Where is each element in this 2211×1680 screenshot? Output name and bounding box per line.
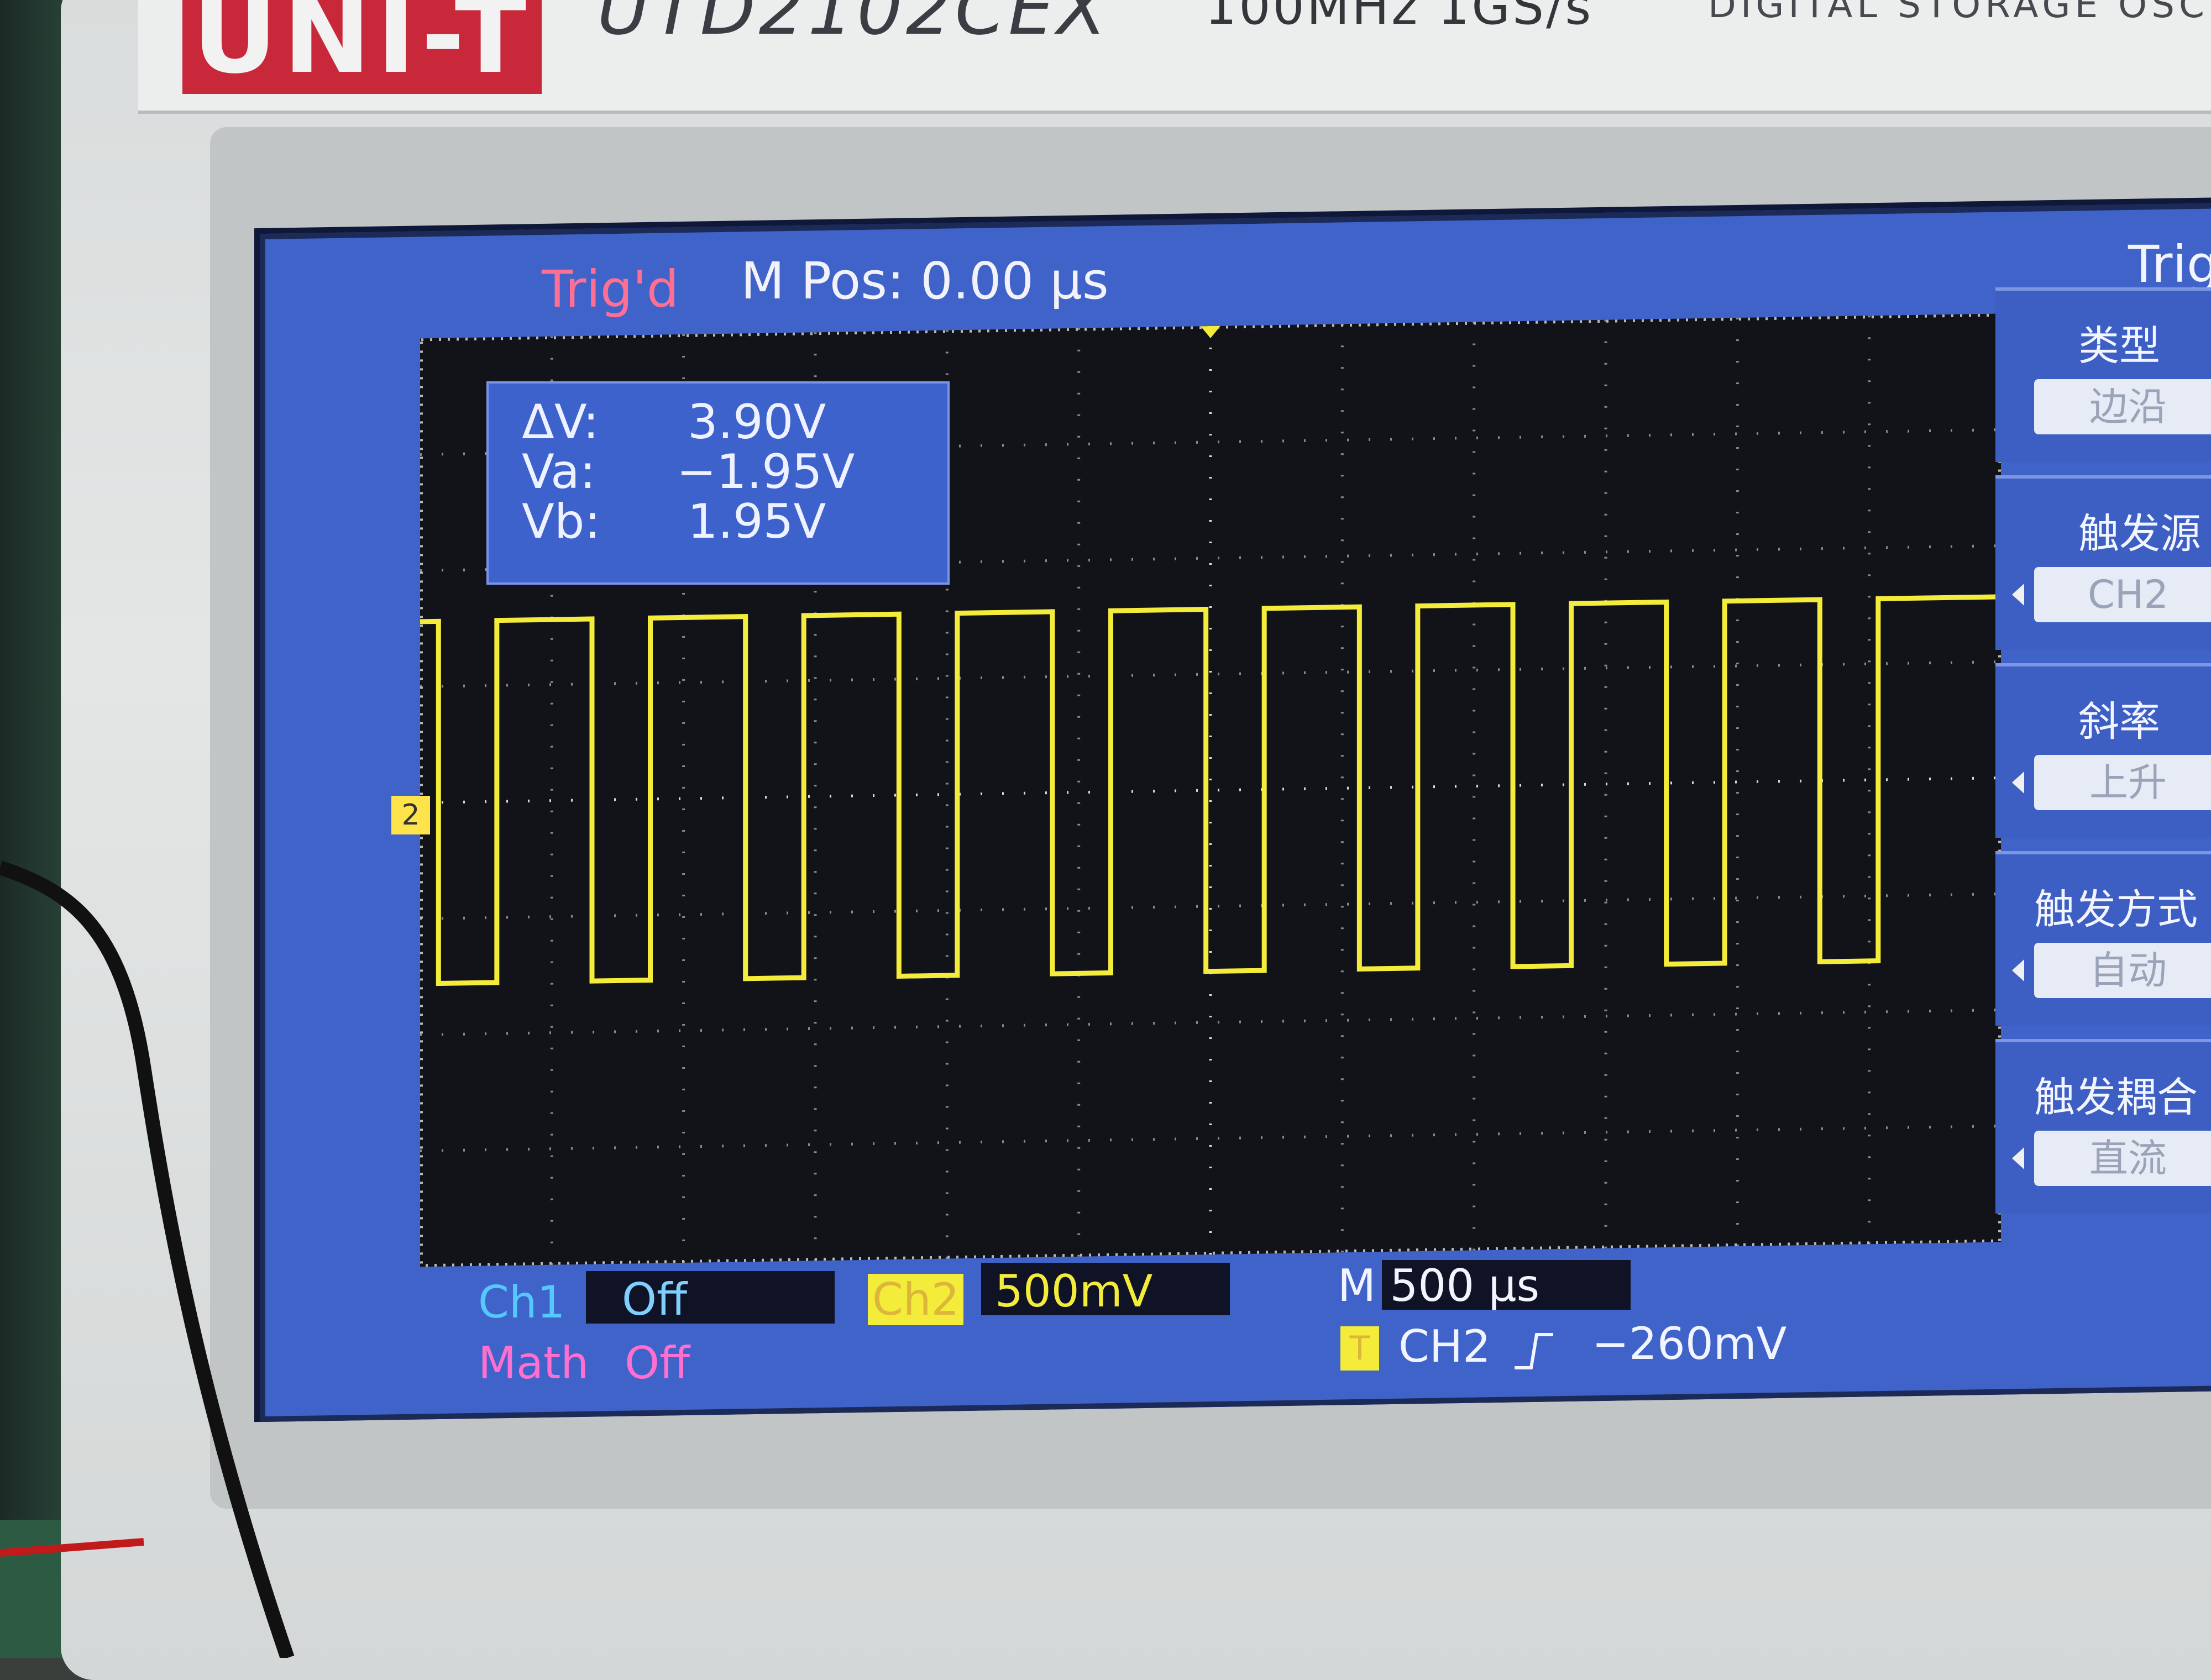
ch2-trace bbox=[420, 594, 2001, 986]
menu-item-title: 触发方式 bbox=[2034, 886, 2198, 933]
va-value: −1.95V bbox=[677, 444, 855, 500]
vb-label: Vb: bbox=[522, 494, 601, 549]
grid-line-horizontal bbox=[420, 893, 2001, 920]
arrow-left-icon bbox=[2012, 771, 2024, 794]
menu-header: Trig bbox=[2128, 235, 2211, 294]
trigger-menu: Trig 类型 边沿 触发源 CH2 斜率 上升 触发方式 自动 触发耦合 直流 bbox=[1995, 232, 2211, 1243]
menu-item-value: 上升 bbox=[2034, 755, 2211, 810]
menu-item-slope[interactable]: 斜率 上升 bbox=[1995, 663, 2211, 838]
main-position: M Pos: 0.00 µs bbox=[741, 251, 1109, 311]
arrow-left-icon bbox=[2012, 1147, 2024, 1169]
vb-value: 1.95V bbox=[688, 494, 826, 549]
cursor-readout: ΔV: 3.90V Va: −1.95V Vb: 1.95V bbox=[486, 381, 950, 585]
math-label: Math bbox=[478, 1337, 589, 1389]
menu-item-title: 触发源 bbox=[2078, 510, 2201, 558]
menu-item-source[interactable]: 触发源 CH2 bbox=[1995, 475, 2211, 650]
menu-item-value: 边沿 bbox=[2034, 379, 2211, 434]
menu-item-type[interactable]: 类型 边沿 bbox=[1995, 287, 2211, 462]
trigger-status: Trig'd bbox=[542, 260, 679, 319]
spec-label: 100MHz 1GS/s bbox=[1205, 0, 1594, 36]
menu-item-coupling[interactable]: 触发耦合 直流 bbox=[1995, 1039, 2211, 1214]
grid-line-horizontal bbox=[420, 776, 2001, 804]
ch2-level-marker[interactable]: 2 bbox=[391, 796, 430, 834]
grid-line-horizontal bbox=[420, 1125, 2001, 1152]
va-label: Va: bbox=[522, 444, 596, 500]
probe-cable bbox=[0, 860, 295, 1658]
menu-item-mode[interactable]: 触发方式 自动 bbox=[1995, 851, 2211, 1026]
arrow-left-icon bbox=[2012, 584, 2024, 606]
ch2-label: Ch2 bbox=[868, 1274, 964, 1325]
trigger-source: CH2 bbox=[1398, 1321, 1491, 1372]
menu-item-title: 触发耦合 bbox=[2034, 1074, 2198, 1121]
math-value: Off bbox=[625, 1337, 690, 1389]
delta-v-label: ΔV: bbox=[522, 395, 599, 450]
arrow-left-icon bbox=[2012, 959, 2024, 981]
device-description: DIGITAL STORAGE OSC bbox=[1708, 0, 2209, 26]
menu-item-value: 直流 bbox=[2034, 1131, 2211, 1186]
menu-item-value: CH2 bbox=[2034, 567, 2211, 622]
brand-logo: UNI-T bbox=[182, 0, 542, 94]
menu-item-value: 自动 bbox=[2034, 943, 2211, 998]
menu-item-title: 斜率 bbox=[2078, 698, 2160, 746]
grid-line-horizontal bbox=[420, 660, 2001, 688]
ch2-volts-per-div: 500mV bbox=[995, 1266, 1153, 1317]
trigger-icon: T bbox=[1340, 1326, 1379, 1371]
trigger-position-marker bbox=[1201, 326, 1220, 338]
rising-edge-icon bbox=[1515, 1333, 1553, 1369]
ch1-label: Ch1 bbox=[478, 1277, 565, 1328]
menu-item-title: 类型 bbox=[2078, 322, 2160, 370]
grid-line-horizontal bbox=[420, 1009, 2001, 1036]
delta-v-value: 3.90V bbox=[688, 395, 826, 450]
timebase: M 500 µs bbox=[1338, 1260, 1540, 1311]
model-label: UTD2102CEX bbox=[597, 0, 1110, 51]
ch1-value: Off bbox=[622, 1274, 688, 1325]
trigger-level: −260mV bbox=[1592, 1318, 1787, 1369]
